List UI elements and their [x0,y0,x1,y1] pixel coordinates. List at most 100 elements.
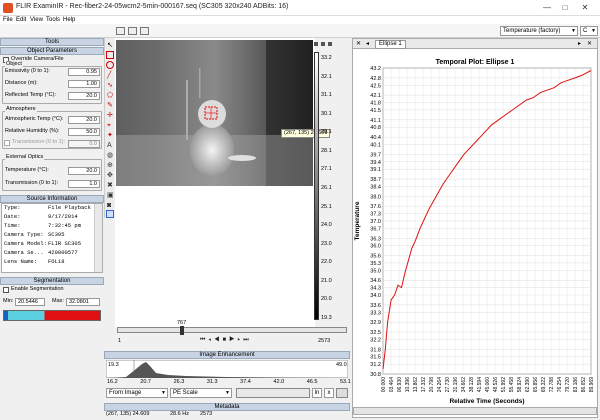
freehand-tool-icon[interactable]: ✎ [106,101,114,109]
rectangle-tool-icon[interactable] [106,51,114,59]
scale-select[interactable]: PE Scale ▼ [170,388,232,398]
polyline-tool-icon[interactable]: ∿ [106,81,114,89]
object-params-header[interactable]: Object Parameters [0,47,104,55]
src-lens-value: FOL18 [48,258,65,265]
plot-icon[interactable] [116,27,125,35]
select-tool-icon[interactable] [106,210,114,218]
y-tick-label: 35.0 [370,268,381,274]
pointer-tool-icon[interactable]: ↖ [106,41,114,49]
y-tick-label: 38.0 [370,194,381,200]
pan-tool-icon[interactable]: ✥ [106,171,114,179]
distance-input[interactable]: 1.00 [68,80,100,88]
reflected-temp-input[interactable]: 20.0 [68,92,100,100]
menu-tools[interactable]: Tools [46,16,60,24]
plot-tab-prev-icon[interactable]: ◂ [366,40,369,47]
max-input[interactable]: 32.0801 [66,298,100,306]
scale-tick: 29.1 [321,129,332,136]
text-tool-icon[interactable]: A [106,141,114,149]
ellipse-tool-icon[interactable] [106,61,114,69]
temperature-mode-select[interactable]: Temperature (factory) ▼ [500,26,578,36]
menu-help[interactable]: Help [63,16,75,24]
atmospheric-temp-input[interactable]: 20.0 [68,116,100,124]
y-tick-label: 31.5 [370,355,381,361]
isotherm-tool-icon[interactable]: ✦ [106,131,114,139]
enhancement-slider[interactable] [236,388,310,398]
folder-tool-icon[interactable]: ▣ [106,191,114,199]
tools-header: Tools [0,38,104,46]
menu-view[interactable]: View [30,16,43,24]
menu-bar: File Edit View Tools Help [0,16,600,24]
segmentation-header[interactable]: Segmentation [0,277,104,285]
enhance-high: 49.0 [336,362,347,368]
temporal-plot[interactable]: Temporal Plot: Ellipse 1 30.8 31.231.5 31.… [353,50,597,406]
crosshair-tool-icon[interactable]: ⌖ [106,121,114,129]
plot-tab-ellipse1[interactable]: Ellipse 1 [375,40,406,49]
segmentation-label: Enable Segmentation [11,286,64,292]
src-time-value: 7:32:45 pm [48,222,82,229]
menu-edit[interactable]: Edit [16,16,26,24]
humidity-label: Relative Humidity (%): [5,128,60,134]
x-tick-label: 86.652 [581,377,587,393]
metadata-rate: 28.6 Hz [170,411,189,417]
segmentation-checkbox[interactable] [3,287,9,293]
scale-tick: 21.0 [321,277,332,284]
scale-settings-icon[interactable] [328,42,332,46]
timeline-track[interactable] [117,327,347,333]
x-tick-label: 38.128 [469,377,475,393]
y-tick-label: 32.9 [370,320,381,326]
y-tick-label: 38.4 [370,184,381,190]
minimize-button[interactable]: — [540,2,554,14]
source-select[interactable]: From Image ▼ [106,388,168,398]
zoom-tool-icon[interactable]: ⊕ [106,161,114,169]
scale-lock-icon[interactable] [314,42,318,46]
y-tick-label: 39.1 [370,167,381,173]
x-tick-label: 51.992 [501,377,507,393]
x-button[interactable]: x [324,388,334,398]
emissivity-input[interactable]: 0.95 [68,68,100,76]
histogram-icon[interactable] [128,27,137,35]
humidity-input[interactable]: 50.0 [68,128,100,136]
plot-tab-next-icon[interactable]: ▸ [578,40,581,47]
scale-tick: 25.1 [321,203,332,210]
spot-tool-icon[interactable]: ✛ [106,111,114,119]
y-tick-label: 36.3 [370,236,381,242]
delete-tool-icon[interactable]: ✖ [106,181,114,189]
plot-scrollbar[interactable] [353,407,597,415]
maximize-button[interactable]: □ [558,2,572,14]
x-axis-label: Relative Time (Seconds) [449,398,524,405]
x-tick-label: 06.930 [397,377,403,393]
min-input[interactable]: 20.5446 [15,298,45,306]
camera-tool-icon[interactable]: ◙ [106,201,114,209]
y-tick-label: 40.8 [370,125,381,131]
source-info-list: Type: File Playback Date: 9/17/2014 Time… [1,203,103,273]
scale-auto-icon[interactable] [321,42,325,46]
image-icon[interactable] [140,27,149,35]
line-tool-icon[interactable]: ╱ [106,71,114,79]
transmission-checkbox[interactable] [4,140,10,146]
enhancement-tick: 31.3 [206,379,218,385]
src-camserial-key: Camera Se... [4,249,44,256]
ln-button[interactable]: ln [312,388,322,398]
unit-select[interactable]: C ▼ [580,26,598,36]
close-button[interactable]: ✕ [578,2,592,14]
timeline-end: 2573 [318,338,331,344]
timeline-thumb[interactable] [180,326,184,335]
source-info-scrollbar[interactable] [94,204,102,272]
last-frame-icon[interactable]: ⏭ [243,337,251,343]
transmission-input[interactable]: 0.0 [68,140,100,148]
histogram[interactable] [106,360,348,378]
src-camserial-value: 429000577 [48,249,78,256]
src-cammodel-key: Camera Model: [4,240,47,247]
fill-tool-icon[interactable]: ◍ [106,151,114,159]
source-info-header[interactable]: Source Information [0,195,104,203]
thermal-image[interactable] [116,40,313,186]
polygon-tool-icon[interactable]: ⬠ [106,91,114,99]
ext-temp-input[interactable]: 20.0 [68,167,100,175]
x-tick-label: 89.969 [589,377,595,393]
plot-tab-close-icon[interactable]: ✕ [356,40,361,47]
y-tick-label: 31.8 [370,347,381,353]
plot-tab-close2-icon[interactable]: ✕ [587,40,592,47]
enhancement-options-icon[interactable] [336,388,348,398]
ext-transmission-input[interactable]: 1.0 [68,180,100,188]
menu-file[interactable]: File [3,16,13,24]
